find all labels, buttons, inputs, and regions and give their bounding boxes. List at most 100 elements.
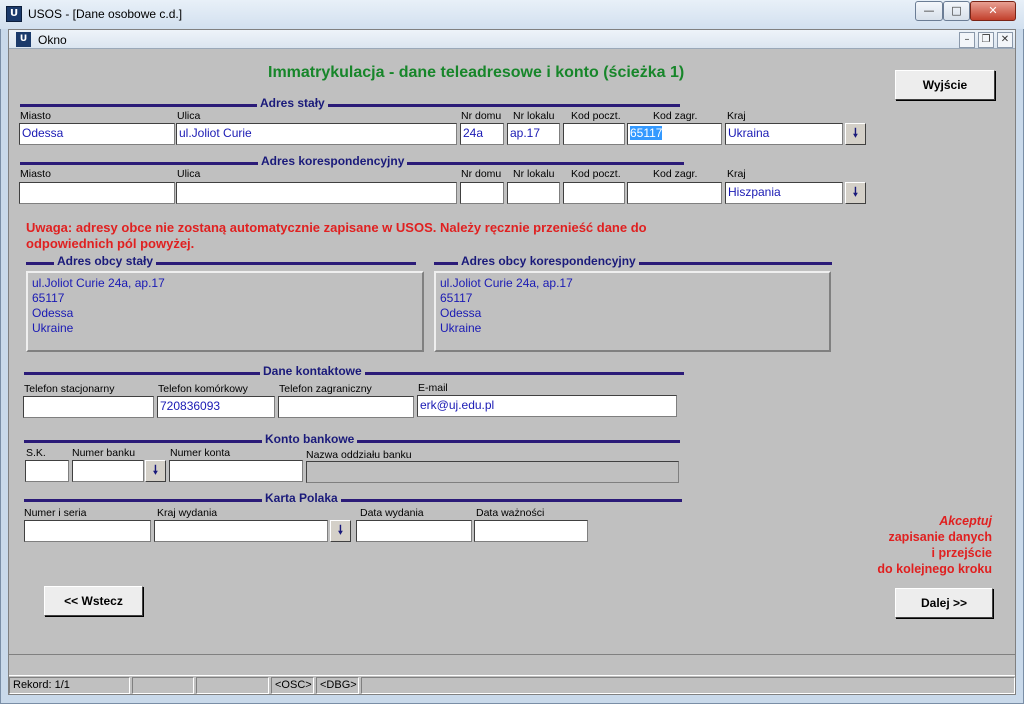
address-line: Ukraine xyxy=(440,321,482,335)
next-button[interactable]: Dalej >> xyxy=(895,588,993,618)
country-field[interactable]: Hiszpania xyxy=(725,182,843,204)
osc-indicator: <OSC> xyxy=(271,677,314,694)
inner-close-button[interactable]: ✕ xyxy=(997,32,1013,48)
bank-number-field[interactable] xyxy=(72,460,144,482)
country-dropdown-icon[interactable]: 🠗 xyxy=(845,123,866,145)
postal-code-label: Kod poczt. xyxy=(571,110,621,122)
foreign-postal-code-label: Kod zagr. xyxy=(653,110,698,122)
postal-code-field[interactable] xyxy=(563,182,625,204)
postal-code-field[interactable] xyxy=(563,123,625,145)
contact-heading: Dane kontaktowe xyxy=(260,364,365,378)
landline-label: Telefon stacjonarny xyxy=(24,383,115,395)
bank-branch-label: Nazwa oddziału banku xyxy=(306,449,412,461)
foreign-postal-code-field[interactable] xyxy=(627,182,722,204)
country-label: Kraj xyxy=(727,110,746,122)
city-field[interactable] xyxy=(19,182,175,204)
street-label: Ulica xyxy=(177,168,201,180)
inner-minimize-button[interactable]: – xyxy=(959,32,975,48)
foreign-permanent-address-box[interactable]: ul.Joliot Curie 24a, ap.17 65117 Odessa … xyxy=(26,271,424,352)
bank-number-dropdown-icon[interactable]: 🠗 xyxy=(145,460,166,482)
house-number-field[interactable] xyxy=(460,182,504,204)
inner-window-title: Okno xyxy=(38,33,67,47)
city-label: Miasto xyxy=(20,110,51,122)
street-label: Ulica xyxy=(177,110,201,122)
minimize-button[interactable]: — xyxy=(915,1,943,21)
bank-number-label: Numer banku xyxy=(72,447,136,459)
mobile-label: Telefon komórkowy xyxy=(158,383,248,395)
window-title: USOS - [Dane osobowe c.d.] xyxy=(28,7,183,21)
house-number-label: Nr domu xyxy=(461,168,502,180)
permanent-address-line xyxy=(20,104,680,107)
card-number-field[interactable] xyxy=(24,520,151,542)
inner-restore-button[interactable]: ❐ xyxy=(978,32,994,48)
foreign-correspondence-address-box[interactable]: ul.Joliot Curie 24a, ap.17 65117 Odessa … xyxy=(434,271,831,352)
accept-note: Akceptuj zapisanie danych i przejście do… xyxy=(800,513,992,577)
issuing-country-field[interactable] xyxy=(154,520,328,542)
issuing-country-label: Kraj wydania xyxy=(157,507,218,519)
usos-app-icon[interactable]: U xyxy=(6,6,22,22)
house-number-field[interactable]: 24a xyxy=(460,123,504,145)
country-dropdown-icon[interactable]: 🠗 xyxy=(845,182,866,204)
foreign-permanent-heading: Adres obcy stały xyxy=(54,254,157,268)
city-label: Miasto xyxy=(20,168,51,180)
address-line: Ukraine xyxy=(32,321,74,335)
inner-window-icon[interactable]: U xyxy=(16,32,31,47)
address-line: Odessa xyxy=(32,306,74,320)
flat-number-label: Nr lokalu xyxy=(513,168,555,180)
polish-card-heading: Karta Polaka xyxy=(262,491,341,505)
foreign-phone-field[interactable] xyxy=(278,396,414,418)
expiry-date-field[interactable] xyxy=(474,520,588,542)
issue-date-label: Data wydania xyxy=(360,507,424,519)
polish-card-line xyxy=(24,499,682,502)
address-line: ul.Joliot Curie 24a, ap.17 xyxy=(32,276,165,290)
correspondence-address-heading: Adres korespondencyjny xyxy=(258,154,408,168)
email-label: E-mail xyxy=(418,382,448,394)
country-field[interactable]: Ukraina xyxy=(725,123,843,145)
selected-text: 65117 xyxy=(630,126,663,140)
flat-number-field[interactable]: ap.17 xyxy=(507,123,560,145)
flat-number-label: Nr lokalu xyxy=(513,110,555,122)
city-field[interactable]: Odessa xyxy=(19,123,175,145)
permanent-address-heading: Adres stały xyxy=(257,96,328,110)
maximize-button[interactable]: □ xyxy=(943,1,970,21)
status-cell xyxy=(196,677,269,694)
landline-field[interactable] xyxy=(23,396,154,418)
mobile-field[interactable]: 720836093 xyxy=(157,396,275,418)
expiry-date-label: Data ważności xyxy=(476,507,545,519)
address-line: 65117 xyxy=(440,291,473,305)
sk-field[interactable] xyxy=(25,460,69,482)
house-number-label: Nr domu xyxy=(461,110,502,122)
address-line: Odessa xyxy=(440,306,482,320)
issuing-country-dropdown-icon[interactable]: 🠗 xyxy=(330,520,351,542)
street-field[interactable]: ul.Joliot Curie xyxy=(176,123,457,145)
foreign-postal-code-label: Kod zagr. xyxy=(653,168,698,180)
status-bar xyxy=(9,654,1015,676)
accept-note-line: Akceptuj xyxy=(939,514,992,528)
email-field[interactable]: erk@uj.edu.pl xyxy=(417,395,677,417)
inner-title-bar[interactable] xyxy=(9,30,1015,49)
form-title: Immatrykulacja - dane teleadresowe i kon… xyxy=(268,64,685,81)
status-cell xyxy=(132,677,194,694)
bank-heading: Konto bankowe xyxy=(262,432,358,446)
bank-branch-field xyxy=(306,461,679,483)
foreign-phone-label: Telefon zagraniczny xyxy=(279,383,372,395)
sk-label: S.K. xyxy=(26,447,46,459)
exit-button[interactable]: Wyjście xyxy=(895,70,995,100)
foreign-address-warning: Uwaga: adresy obce nie zostaną automatyc… xyxy=(26,220,647,251)
postal-code-label: Kod poczt. xyxy=(571,168,621,180)
close-button[interactable]: ✕ xyxy=(970,1,1016,21)
dbg-indicator: <DBG> xyxy=(316,677,359,694)
address-line: ul.Joliot Curie 24a, ap.17 xyxy=(440,276,573,290)
address-line: 65117 xyxy=(32,291,65,305)
street-field[interactable] xyxy=(176,182,457,204)
account-number-field[interactable] xyxy=(169,460,303,482)
accept-note-line: i przejście xyxy=(931,546,992,560)
foreign-correspondence-heading: Adres obcy korespondencyjny xyxy=(458,254,639,268)
flat-number-field[interactable] xyxy=(507,182,560,204)
record-counter: Rekord: 1/1 xyxy=(9,677,130,694)
foreign-postal-code-field[interactable]: 65117 xyxy=(627,123,722,145)
status-cell xyxy=(361,677,1015,694)
back-button[interactable]: << Wstecz xyxy=(44,586,143,616)
issue-date-field[interactable] xyxy=(356,520,472,542)
card-number-label: Numer i seria xyxy=(24,507,87,519)
